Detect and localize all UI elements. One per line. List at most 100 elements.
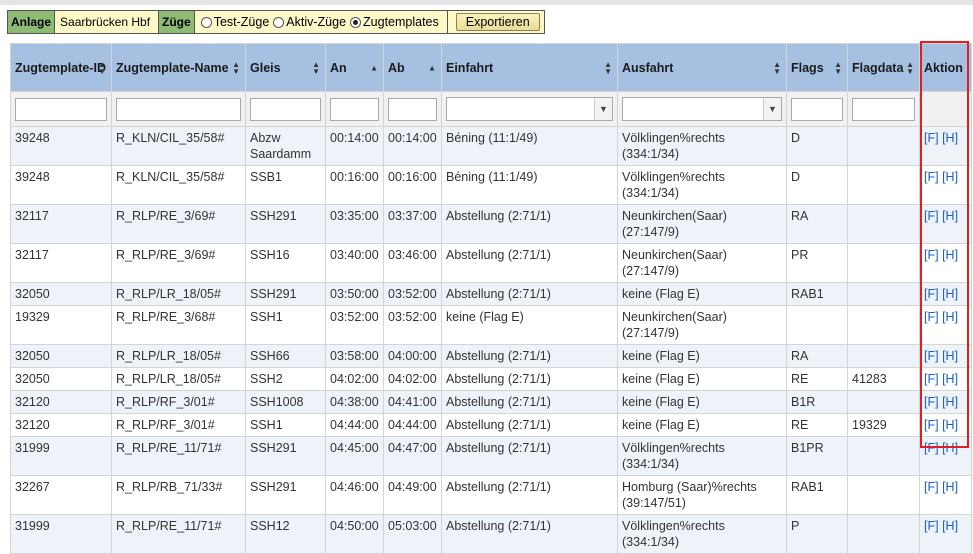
filter-row: ▼ ▼ <box>10 91 972 127</box>
action-h-link[interactable]: [H] <box>942 418 958 432</box>
sort-asc-icon[interactable]: ▲ <box>370 64 378 72</box>
filter-an-input[interactable] <box>330 97 379 121</box>
action-f-link[interactable]: [F] <box>924 170 939 184</box>
sort-both-icon[interactable]: ▲ ▼ <box>232 60 240 75</box>
action-h-link[interactable]: [H] <box>942 310 958 324</box>
cell-name: R_RLP/RB_71/33# <box>111 475 246 515</box>
filter-ausfahrt-select[interactable]: ▼ <box>622 97 782 121</box>
chevron-down-icon[interactable]: ▼ <box>594 98 612 120</box>
table-row[interactable]: 32120 R_RLP/RF_3/01# SSH1 04:44:00 04:44:00 A… <box>10 413 972 437</box>
action-f-link[interactable]: [F] <box>924 131 939 145</box>
cell-name: R_KLN/CIL_35/58# <box>111 126 246 166</box>
action-h-link[interactable]: [H] <box>942 395 958 409</box>
action-h-link[interactable]: [H] <box>942 170 958 184</box>
table-row[interactable]: 32050 R_RLP/LR_18/05# SSH2 04:02:00 04:02:00… <box>10 367 972 391</box>
cell-an: 03:40:00 <box>325 243 384 283</box>
cell-flags: D <box>786 126 848 166</box>
col-header-flagdata[interactable]: Flagdata ▲ ▼ <box>847 43 920 92</box>
action-h-link[interactable]: [H] <box>942 287 958 301</box>
export-button[interactable]: Exportieren <box>455 13 540 31</box>
table-row[interactable]: 32050 R_RLP/LR_18/05# SSH291 03:50:00 03:52:… <box>10 282 972 306</box>
col-header-ab[interactable]: Ab ▲ <box>383 43 442 92</box>
radio-aktiv-dot[interactable] <box>273 16 285 28</box>
action-f-link[interactable]: [F] <box>924 209 939 223</box>
filter-flagdata-input[interactable] <box>852 97 915 121</box>
action-f-link[interactable]: [F] <box>924 519 939 533</box>
col-header-an[interactable]: An ▲ <box>325 43 384 92</box>
cell-name: R_RLP/RE_11/71# <box>111 436 246 476</box>
action-f-link[interactable]: [F] <box>924 372 939 386</box>
cell-gleis: SSH1 <box>245 413 326 437</box>
sort-asc-icon[interactable]: ▲ <box>428 64 436 72</box>
action-f-link[interactable]: [F] <box>924 441 939 455</box>
filter-name-input[interactable] <box>116 97 241 121</box>
cell-ab: 00:16:00 <box>383 165 442 205</box>
table-row[interactable]: 32120 R_RLP/RF_3/01# SSH1008 04:38:00 04:41:… <box>10 390 972 414</box>
cell-an: 03:35:00 <box>325 204 384 244</box>
action-f-link[interactable]: [F] <box>924 395 939 409</box>
action-f-link[interactable]: [F] <box>924 310 939 324</box>
filter-id-input[interactable] <box>15 97 107 121</box>
filter-gleis-input[interactable] <box>250 97 321 121</box>
action-h-link[interactable]: [H] <box>942 519 958 533</box>
table-row[interactable]: 39248 R_KLN/CIL_35/58# Abzw Saardamm 00:14:… <box>10 126 972 166</box>
radio-test-dot[interactable] <box>200 16 212 28</box>
cell-an: 00:14:00 <box>325 126 384 166</box>
table-row[interactable]: 39248 R_KLN/CIL_35/58# SSB1 00:16:00 00:16:0… <box>10 165 972 205</box>
table-row[interactable]: 32050 R_RLP/LR_18/05# SSH66 03:58:00 04:00:0… <box>10 344 972 368</box>
templates-table: Zugtemplate-ID ▲ ▼ Zugtemplate-Name ▲ ▼ Glei… <box>10 43 972 554</box>
sort-both-icon[interactable]: ▲ ▼ <box>98 60 106 75</box>
action-f-link[interactable]: [F] <box>924 418 939 432</box>
cell-einfahrt: Abstellung (2:71/1) <box>441 514 618 554</box>
radio-templates-dot[interactable] <box>350 16 362 28</box>
action-f-link[interactable]: [F] <box>924 349 939 363</box>
action-h-link[interactable]: [H] <box>942 372 958 386</box>
cell-flagdata <box>847 514 920 554</box>
cell-name: R_RLP/RE_3/69# <box>111 204 246 244</box>
table-row[interactable]: 32117 R_RLP/RE_3/69# SSH16 03:40:00 03:46:00… <box>10 243 972 283</box>
sort-both-icon[interactable]: ▲ ▼ <box>906 60 914 75</box>
action-f-link[interactable]: [F] <box>924 480 939 494</box>
table-row[interactable]: 32267 R_RLP/RB_71/33# SSH291 04:46:00 04:49:… <box>10 475 972 515</box>
cell-einfahrt: Béning (11:1/49) <box>441 126 618 166</box>
cell-aktion: [F] [H] <box>919 436 972 476</box>
action-f-link[interactable]: [F] <box>924 287 939 301</box>
radio-test-zuege[interactable]: Test-Züge <box>200 11 269 33</box>
anlage-selector[interactable]: Saarbrücken Hbf <box>55 10 160 34</box>
radio-aktiv-zuege[interactable]: Aktiv-Züge <box>273 11 346 33</box>
toolbar: Anlage Saarbrücken Hbf Züge Test-Züge Ak… <box>7 10 545 34</box>
col-header-flags[interactable]: Flags ▲ ▼ <box>786 43 848 92</box>
filter-cell: ▼ <box>617 91 787 127</box>
cell-gleis: SSH66 <box>245 344 326 368</box>
table-row[interactable]: 32117 R_RLP/RE_3/69# SSH291 03:35:00 03:37:0… <box>10 204 972 244</box>
col-header-einfahrt[interactable]: Einfahrt ▲ ▼ <box>441 43 618 92</box>
cell-ab: 04:02:00 <box>383 367 442 391</box>
table-row[interactable]: 31999 R_RLP/RE_11/71# SSH291 04:45:00 04:47:… <box>10 436 972 476</box>
action-h-link[interactable]: [H] <box>942 480 958 494</box>
action-h-link[interactable]: [H] <box>942 209 958 223</box>
cell-einfahrt: Abstellung (2:71/1) <box>441 475 618 515</box>
col-header-name[interactable]: Zugtemplate-Name ▲ ▼ <box>111 43 246 92</box>
col-header-gleis[interactable]: Gleis ▲ ▼ <box>245 43 326 92</box>
action-h-link[interactable]: [H] <box>942 131 958 145</box>
action-h-link[interactable]: [H] <box>942 248 958 262</box>
action-f-link[interactable]: [F] <box>924 248 939 262</box>
radio-zugtemplates[interactable]: Zugtemplates <box>350 11 439 33</box>
chevron-down-icon[interactable]: ▼ <box>763 98 781 120</box>
col-header-id[interactable]: Zugtemplate-ID ▲ ▼ <box>10 43 112 92</box>
col-header-ausfahrt[interactable]: Ausfahrt ▲ ▼ <box>617 43 787 92</box>
cell-gleis: SSH291 <box>245 282 326 306</box>
sort-both-icon[interactable]: ▲ ▼ <box>312 60 320 75</box>
cell-gleis: SSH16 <box>245 243 326 283</box>
table-row[interactable]: 31999 R_RLP/RE_11/71# SSH12 04:50:00 05:03:0… <box>10 514 972 554</box>
sort-both-icon[interactable]: ▲ ▼ <box>604 60 612 75</box>
filter-einfahrt-select[interactable]: ▼ <box>446 97 613 121</box>
action-h-link[interactable]: [H] <box>942 441 958 455</box>
action-h-link[interactable]: [H] <box>942 349 958 363</box>
filter-ab-input[interactable] <box>388 97 437 121</box>
cell-ab: 03:52:00 <box>383 282 442 306</box>
table-row[interactable]: 19329 R_RLP/RE_3/68# SSH1 03:52:00 03:52:00 k… <box>10 305 972 345</box>
sort-both-icon[interactable]: ▲ ▼ <box>834 60 842 75</box>
filter-flags-input[interactable] <box>791 97 843 121</box>
sort-both-icon[interactable]: ▲ ▼ <box>773 60 781 75</box>
